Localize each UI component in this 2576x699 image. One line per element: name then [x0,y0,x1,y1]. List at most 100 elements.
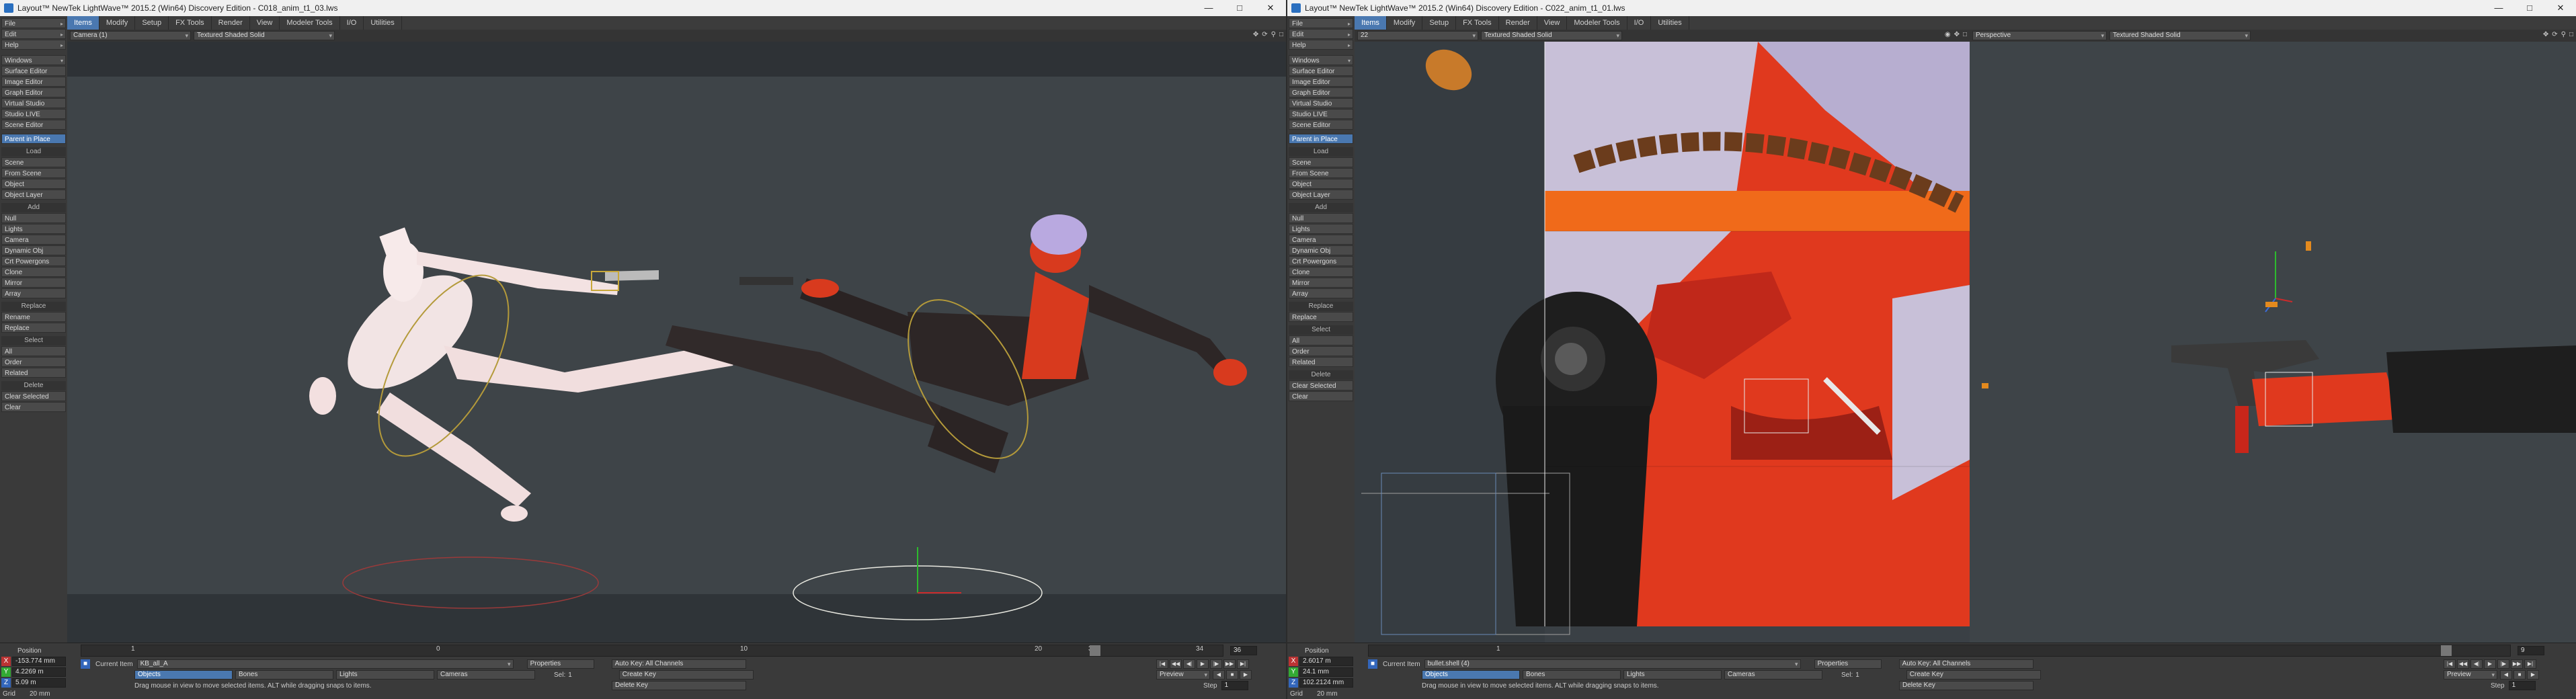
z-position-field[interactable]: 5.09 m [12,678,66,688]
objects-button[interactable]: Objects [134,670,233,680]
prev-key-icon[interactable]: ◀◀ [2457,659,2469,669]
objects-button[interactable]: Objects [1422,670,1520,680]
first-frame-icon[interactable]: |◀ [1156,659,1168,669]
studio-live-button[interactable]: Studio LIVE [1,109,66,119]
tab-io[interactable]: I/O [340,16,364,30]
clear-button[interactable]: Clear [1,402,66,412]
load-from-scene-button[interactable]: From Scene [1289,168,1353,178]
replace-button[interactable]: Replace [1289,312,1353,322]
lights-button[interactable]: Lights [1623,670,1722,680]
image-editor-button[interactable]: Image Editor [1289,77,1353,87]
left-timeline[interactable]: 1 0 10 20 30 34 [81,645,1223,657]
load-object-button[interactable]: Object [1,179,66,189]
cameras-button[interactable]: Cameras [437,670,535,680]
delete-key-button[interactable]: Delete Key [612,681,746,690]
timeline-scrubber[interactable] [1090,645,1100,656]
tab-render[interactable]: Render [212,16,250,30]
minimize-icon[interactable]: — [2483,0,2514,16]
tab-modify[interactable]: Modify [1387,16,1423,30]
parent-in-place-toggle[interactable]: Parent in Place [1,134,66,144]
step-field[interactable]: 1 [1221,681,1248,690]
create-key-button[interactable]: Create Key [618,670,754,680]
replace-button[interactable]: Replace [1,323,66,333]
close-icon[interactable]: ✕ [1255,0,1286,16]
add-lights-button[interactable]: Lights [1,224,66,234]
tab-items[interactable]: Items [1355,16,1387,30]
first-frame-icon[interactable]: |◀ [2444,659,2456,669]
properties-button[interactable]: Properties [1814,659,1882,669]
tab-items[interactable]: Items [67,16,99,30]
x-position-field[interactable]: 2.6017 m [1299,657,1353,666]
select-related-button[interactable]: Related [1,368,66,378]
rotate-icon[interactable]: ⟳ [2552,31,2557,38]
windows-menu[interactable]: Windows ▾ [1,55,66,65]
maximize-icon[interactable]: □ [1224,0,1255,16]
tab-utilities[interactable]: Utilities [364,16,402,30]
add-lights-button[interactable]: Lights [1289,224,1353,234]
close-icon[interactable]: ✕ [2545,0,2576,16]
preview-select[interactable]: Preview [2444,670,2497,680]
maximize-viewport-icon[interactable]: □ [1963,31,1967,38]
move-icon[interactable]: ✥ [2543,31,2548,38]
load-from-scene-button[interactable]: From Scene [1,168,66,178]
zoom-icon[interactable]: ⚲ [1271,31,1276,38]
select-order-button[interactable]: Order [1289,346,1353,356]
maximize-icon[interactable]: □ [2514,0,2545,16]
tab-view[interactable]: View [250,16,280,30]
autokey-select[interactable]: Auto Key: All Channels [1898,659,2034,669]
add-crt-powergons-button[interactable]: Crt Powergons [1289,256,1353,266]
add-clone-button[interactable]: Clone [1,267,66,277]
stop-icon[interactable]: ■ [2513,670,2526,680]
help-menu[interactable]: Help ▸ [1,40,66,50]
load-object-layer-button[interactable]: Object Layer [1,190,66,200]
rewind-icon[interactable]: ◀ [1213,670,1225,680]
bones-button[interactable]: Bones [1523,670,1621,680]
tab-modify[interactable]: Modify [99,16,136,30]
prev-frame-icon[interactable]: ◀| [1183,659,1195,669]
select-all-button[interactable]: All [1,346,66,356]
surface-editor-button[interactable]: Surface Editor [1,66,66,76]
zoom-icon[interactable]: ⚲ [2561,31,2566,38]
render-mode-select[interactable]: Textured Shaded Solid [194,31,335,40]
image-editor-button[interactable]: Image Editor [1,77,66,87]
move-icon[interactable]: ✥ [1954,31,1960,38]
select-order-button[interactable]: Order [1,357,66,367]
maximize-viewport-icon[interactable]: □ [2569,31,2573,38]
camera-view-select[interactable]: 22 [1357,31,1478,40]
tab-view[interactable]: View [1537,16,1568,30]
file-menu[interactable]: File ▸ [1289,18,1353,28]
bones-button[interactable]: Bones [235,670,333,680]
preview-select[interactable]: Preview [1156,670,1210,680]
play-icon[interactable]: ▶ [2484,659,2496,669]
select-related-button[interactable]: Related [1289,357,1353,367]
right-timeline[interactable]: 1 5 [1368,645,2511,657]
current-frame-field[interactable]: 9 [2518,646,2544,655]
add-array-button[interactable]: Array [1,288,66,298]
add-clone-button[interactable]: Clone [1289,267,1353,277]
edit-menu[interactable]: Edit ▸ [1289,29,1353,39]
load-object-button[interactable]: Object [1289,179,1353,189]
camera-icon[interactable]: ◉ [1945,31,1951,38]
properties-button[interactable]: Properties [526,659,594,669]
last-frame-icon[interactable]: ▶| [1237,659,1249,669]
clear-button[interactable]: Clear [1289,391,1353,401]
rewind-icon[interactable]: ◀ [2500,670,2512,680]
clear-selected-button[interactable]: Clear Selected [1,391,66,401]
stop-icon[interactable]: ■ [1226,670,1238,680]
virtual-studio-button[interactable]: Virtual Studio [1289,98,1353,108]
add-camera-button[interactable]: Camera [1289,235,1353,245]
x-position-field[interactable]: -153.774 mm [12,657,66,666]
add-camera-button[interactable]: Camera [1,235,66,245]
virtual-studio-button[interactable]: Virtual Studio [1,98,66,108]
tab-modeler-tools[interactable]: Modeler Tools [1567,16,1627,30]
tab-fx-tools[interactable]: FX Tools [169,16,212,30]
right-viewport-perspective[interactable]: Perspective Textured Shaded Solid ✥ ⟳ ⚲ … [1970,30,2576,643]
parent-in-place-toggle[interactable]: Parent in Place [1289,134,1353,144]
windows-menu[interactable]: Windows ▾ [1289,55,1353,65]
current-frame-field[interactable]: 36 [1230,646,1257,655]
autokey-select[interactable]: Auto Key: All Channels [611,659,746,669]
add-crt-powergons-button[interactable]: Crt Powergons [1,256,66,266]
file-menu[interactable]: File ▸ [1,18,66,28]
tab-modeler-tools[interactable]: Modeler Tools [280,16,340,30]
forward-icon[interactable]: ▶ [2527,670,2539,680]
